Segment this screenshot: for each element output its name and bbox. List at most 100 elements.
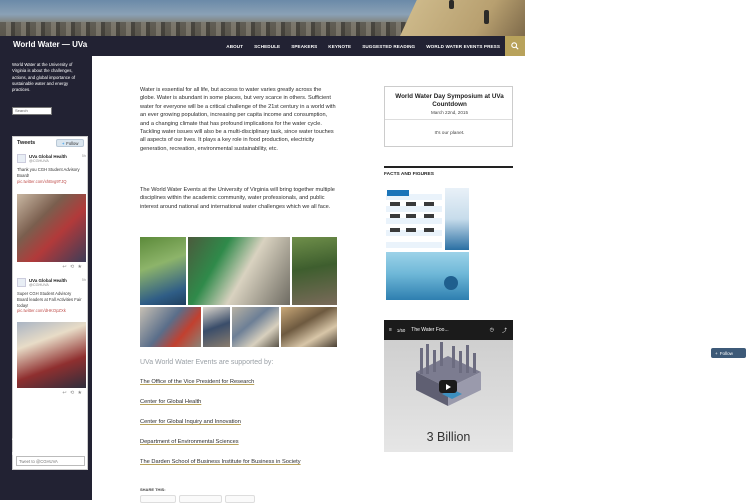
supporter-link-darden[interactable]: The Darden School of Business Institute …: [140, 459, 301, 465]
nav-item-speakers[interactable]: SPEAKERS: [291, 44, 317, 49]
header-person: [484, 10, 489, 24]
infographic-row: [390, 214, 400, 218]
tweet-body: Thank you CGH Student Advisory Board!: [17, 167, 80, 178]
site-description: World Water at the University of Virgini…: [12, 62, 76, 93]
infographic-row: [424, 228, 434, 232]
gallery-photo[interactable]: [292, 237, 337, 305]
tweets-title: Tweets: [17, 140, 36, 146]
tweet-date[interactable]: 5h: [82, 154, 86, 160]
nav-item-press[interactable]: WORLD WATER EVENTS PRESS: [426, 44, 500, 49]
tweet-text: Super CGH Student Advisory Board leaders…: [17, 291, 83, 314]
tweet-link[interactable]: pic.twitter.com/xhBvg9TJQ: [17, 179, 67, 184]
share-button[interactable]: [140, 495, 176, 503]
right-sidebar: World Water Day Symposium at UVa Countdo…: [362, 56, 525, 500]
header-image[interactable]: [0, 0, 525, 36]
share-heading: SHARE THIS:: [140, 487, 166, 492]
play-button[interactable]: [439, 380, 457, 393]
supporter-link-env-sci[interactable]: Department of Environmental Sciences: [140, 439, 239, 445]
events-paragraph: The World Water Events at the University…: [140, 187, 335, 210]
infographic-row: [390, 202, 400, 206]
archive-link[interactable]: February 2014: [12, 451, 40, 456]
gallery-photo[interactable]: [140, 237, 186, 305]
intro-paragraph: Water is essential for all life, but acc…: [140, 87, 336, 152]
infographic-panel: [386, 252, 469, 300]
supported-by-heading: UVa World Water Events are supported by:: [140, 359, 274, 366]
follow-label: Follow: [66, 141, 79, 146]
tweet-body: Super CGH Student Advisory Board leaders…: [17, 291, 82, 308]
main-nav: ABOUT SCHEDULE SPEAKERS KEYNOTE SUGGESTE…: [215, 36, 500, 56]
video-counter: 1/50: [396, 327, 406, 333]
tweet-link[interactable]: pic.twitter.com/dHKOpZXk: [17, 308, 66, 313]
nav-item-keynote[interactable]: KEYNOTE: [328, 44, 351, 49]
twitter-follow-button[interactable]: ✦ Follow: [56, 139, 84, 147]
tweet-item[interactable]: UVa Global Health @CGHUVA 5h Thank you C…: [17, 154, 86, 274]
header-rocks: [0, 22, 420, 36]
tweet-photo[interactable]: [17, 194, 86, 262]
nav-item-suggested-reading[interactable]: SUGGESTED READING: [362, 44, 415, 49]
supporter-link-cgii[interactable]: Center for Global Inquiry and Innovation: [140, 419, 241, 425]
menu-icon[interactable]: ≡: [389, 327, 392, 333]
floating-follow-button[interactable]: + Follow: [711, 348, 746, 358]
infographic-row: [390, 228, 400, 232]
header-person: [449, 0, 454, 9]
bird-icon: ✦: [61, 141, 66, 146]
video-title[interactable]: The Water Foo...: [411, 327, 448, 333]
infographic-row: [424, 202, 434, 206]
countdown-date: March 22nd, 2015: [430, 110, 469, 115]
infographic-row: [406, 214, 416, 218]
main-content: Water is essential for all life, but acc…: [92, 56, 362, 503]
follow-label: Follow: [719, 350, 733, 356]
infographic-row: [406, 202, 416, 206]
infographic-panel: [386, 188, 442, 250]
tweet-item[interactable]: UVa Global Health @CGHUVA 5h Super CGH S…: [17, 278, 86, 418]
supporter-link-vpr[interactable]: The Office of the Vice President for Res…: [140, 379, 254, 385]
water-footprint-infographic[interactable]: [386, 188, 469, 300]
search-button[interactable]: [505, 36, 525, 56]
share-button[interactable]: [225, 495, 255, 503]
countdown-widget: World Water Day Symposium at UVa Countdo…: [384, 86, 513, 147]
nav-item-about[interactable]: ABOUT: [226, 44, 243, 49]
gallery-photo[interactable]: [188, 237, 290, 305]
divider: [385, 119, 512, 120]
city-graphic: [416, 342, 481, 406]
video-frame[interactable]: 3 Billion: [384, 340, 513, 452]
top-navbar: World Water — UVa ABOUT SCHEDULE SPEAKER…: [0, 36, 525, 56]
gallery-photo[interactable]: [281, 307, 337, 347]
search-icon: [511, 42, 519, 50]
gallery-photo[interactable]: [203, 307, 230, 347]
clock-icon[interactable]: ◷: [490, 327, 494, 333]
tweet-actions[interactable]: ↩ ⟲ ★: [62, 264, 83, 271]
tweet-actions[interactable]: ↩ ⟲ ★: [62, 390, 83, 397]
nav-item-schedule[interactable]: SCHEDULE: [254, 44, 280, 49]
infographic-row: [424, 214, 434, 218]
share-button[interactable]: [179, 495, 222, 503]
infographic-panel: [445, 188, 469, 250]
header-path: [400, 0, 525, 36]
avatar[interactable]: [17, 154, 26, 163]
tweet-date[interactable]: 5h: [82, 278, 86, 284]
countdown-message: It's our planet.: [434, 131, 465, 136]
video-title-bar: ≡ 1/50 The Water Foo... ◷ ⤴: [384, 320, 513, 340]
tweet-handle[interactable]: @CGHUVA: [29, 283, 49, 289]
gallery-photo[interactable]: [140, 307, 201, 347]
infographic-row: [406, 228, 416, 232]
twitter-timeline: Tweets ✦ Follow UVa Global Health @CGHUV…: [12, 136, 88, 470]
countdown-title: World Water Day Symposium at UVa Countdo…: [395, 93, 504, 108]
archives-title: ARCHIVES: [12, 436, 36, 441]
tweet-text: Thank you CGH Student Advisory Board! pi…: [17, 167, 83, 184]
tweet-handle[interactable]: @CGHUVA: [29, 159, 49, 165]
facts-title: FACTS AND FIGURES: [384, 172, 434, 177]
video-embed[interactable]: ≡ 1/50 The Water Foo... ◷ ⤴ 3 Billion: [384, 320, 513, 452]
tweet-compose-input[interactable]: Tweet to @CGHUVA: [16, 456, 85, 466]
supporter-link-cgh[interactable]: Center for Global Health: [140, 399, 201, 405]
site-title[interactable]: World Water — UVa: [13, 40, 87, 49]
infographic-heading: [387, 190, 409, 196]
share-icon[interactable]: ⤴: [502, 327, 507, 334]
avatar[interactable]: [17, 278, 26, 287]
infographic-coin: [444, 276, 458, 290]
widget-divider: [384, 166, 513, 168]
left-sidebar: World Water at the University of Virgini…: [0, 56, 92, 500]
gallery-photo[interactable]: [232, 307, 279, 347]
sidebar-search-input[interactable]: Search: [12, 107, 52, 115]
tweet-photo[interactable]: [17, 322, 86, 388]
